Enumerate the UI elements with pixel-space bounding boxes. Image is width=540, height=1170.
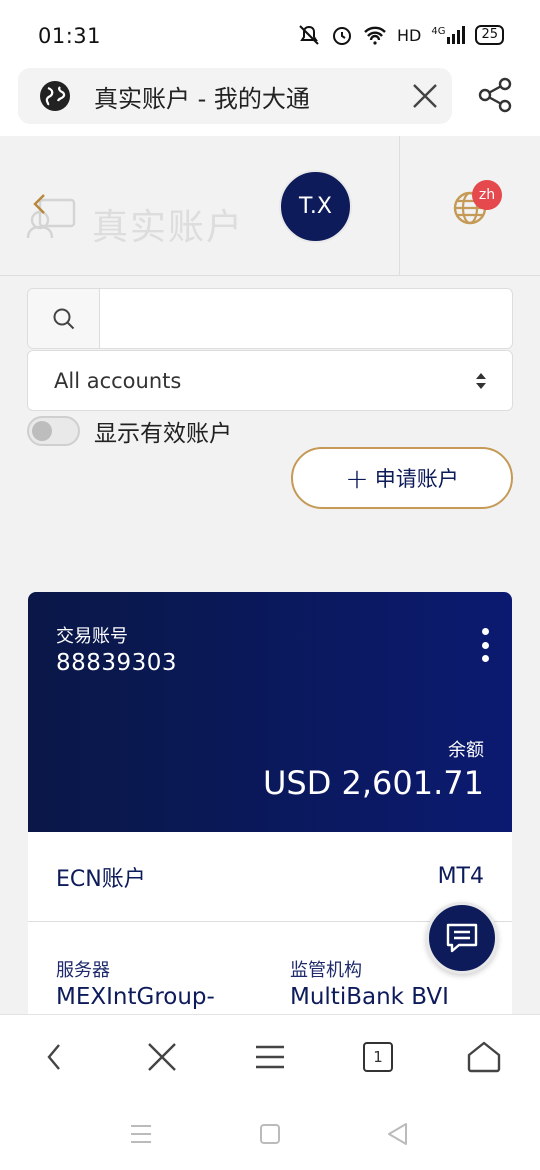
sort-arrows-icon bbox=[476, 373, 486, 389]
account-number-label: 交易账号 bbox=[56, 626, 128, 647]
back-arrow-icon bbox=[47, 1044, 60, 1070]
status-icons: HD 4G 25 bbox=[297, 24, 504, 46]
more-options-icon[interactable] bbox=[480, 628, 490, 662]
regulator-value: MultiBank BVI bbox=[290, 984, 449, 1010]
apply-account-label: 申请账户 bbox=[374, 467, 459, 491]
network-type: HD bbox=[396, 25, 422, 45]
account-number: 88839303 bbox=[56, 650, 178, 676]
site-globe-icon[interactable] bbox=[38, 79, 72, 113]
status-time: 01:31 bbox=[38, 24, 102, 48]
signal-icon: 4G bbox=[431, 26, 466, 44]
alarm-icon bbox=[331, 24, 353, 46]
system-recents-button[interactable] bbox=[126, 1119, 156, 1149]
page-tab-title[interactable]: 真实账户 - 我的大通 bbox=[94, 79, 398, 114]
close-icon bbox=[148, 1043, 176, 1071]
page-header: 真实账户 T.X zh bbox=[0, 136, 540, 276]
system-home-button[interactable] bbox=[255, 1119, 285, 1149]
active-accounts-toggle[interactable] bbox=[27, 416, 80, 446]
account-card-header: 交易账号 88839303 余额 USD 2,601.71 bbox=[28, 592, 512, 832]
address-bar[interactable]: 真实账户 - 我的大通 bbox=[18, 68, 452, 124]
status-bar: 01:31 HD 4G 25 bbox=[0, 0, 540, 70]
search-icon bbox=[53, 308, 74, 329]
balance-label: 余额 bbox=[448, 740, 484, 761]
tabs-button[interactable]: 1 bbox=[358, 1037, 398, 1077]
header-divider bbox=[399, 136, 400, 276]
home-icon bbox=[467, 1041, 501, 1073]
balance-value: USD 2,601.71 bbox=[262, 764, 484, 802]
browser-toolbar: 1 bbox=[0, 1014, 540, 1170]
account-filter-select[interactable]: All accounts bbox=[27, 350, 513, 411]
chat-button[interactable] bbox=[426, 902, 498, 974]
home-square-icon bbox=[260, 1124, 280, 1144]
menu-icon bbox=[256, 1045, 284, 1069]
apply-account-button[interactable]: + 申请账户 bbox=[291, 447, 513, 509]
recents-icon bbox=[131, 1125, 151, 1143]
plus-icon: + bbox=[345, 461, 369, 495]
mute-icon bbox=[297, 24, 321, 46]
avatar[interactable]: T.X bbox=[279, 170, 352, 243]
search-button[interactable] bbox=[28, 289, 100, 348]
active-accounts-toggle-row: 显示有效账户 bbox=[27, 414, 232, 448]
active-accounts-label: 显示有效账户 bbox=[94, 421, 232, 447]
wifi-icon bbox=[363, 25, 387, 45]
server-value: MEXIntGroup- bbox=[56, 984, 215, 1010]
close-icon bbox=[413, 84, 437, 108]
account-filter-value: All accounts bbox=[54, 368, 182, 393]
back-nav-button[interactable] bbox=[34, 1037, 74, 1077]
close-url-button[interactable] bbox=[398, 69, 452, 123]
home-button[interactable] bbox=[464, 1037, 504, 1077]
language-badge[interactable]: zh bbox=[472, 180, 502, 210]
search-input[interactable] bbox=[100, 289, 512, 348]
account-type: ECN账户 bbox=[56, 866, 146, 892]
browser-address-area: 真实账户 - 我的大通 bbox=[0, 68, 540, 206]
toggle-knob bbox=[32, 421, 52, 441]
back-icon[interactable] bbox=[32, 192, 46, 222]
chat-icon bbox=[446, 923, 478, 953]
tab-count: 1 bbox=[363, 1042, 393, 1072]
close-page-button[interactable] bbox=[142, 1037, 182, 1077]
search-bar bbox=[27, 288, 513, 349]
menu-button[interactable] bbox=[250, 1037, 290, 1077]
page-title: 真实账户 bbox=[92, 207, 245, 248]
share-icon[interactable] bbox=[476, 76, 514, 114]
platform: MT4 bbox=[437, 864, 484, 889]
battery-icon: 25 bbox=[475, 25, 504, 45]
server-label: 服务器 bbox=[56, 960, 110, 981]
back-triangle-icon bbox=[388, 1123, 407, 1145]
system-back-button[interactable] bbox=[382, 1119, 412, 1149]
regulator-label: 监管机构 bbox=[290, 960, 362, 981]
